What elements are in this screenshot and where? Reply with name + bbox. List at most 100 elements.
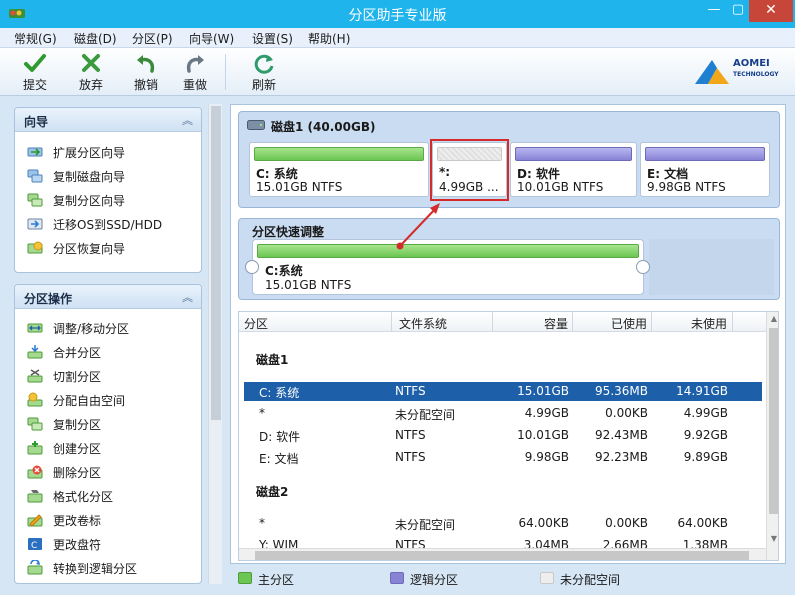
collapse-icon[interactable]: ︽ <box>182 289 193 305</box>
column-divider[interactable] <box>732 312 733 332</box>
horizontal-scrollbar[interactable] <box>239 548 766 560</box>
partition-c-block[interactable]: C: 系统 15.01GB NTFS <box>249 142 429 197</box>
partition-d-block[interactable]: D: 软件 10.01GB NTFS <box>510 142 637 197</box>
resize-handle-right[interactable] <box>636 260 650 274</box>
quick-adjust-title: 分区快速调整 <box>252 225 325 239</box>
partition-c-usage-bar <box>254 147 424 161</box>
menu-general[interactable]: 常规(G) <box>14 30 57 47</box>
delete-partition-icon <box>27 465 43 479</box>
quick-adjust-panel: 分区快速调整 C:系统 15.01GB NTFS <box>238 218 780 300</box>
window-title: 分区助手专业版 <box>348 8 447 24</box>
disk1-title: 磁盘1 (40.00GB) <box>271 120 376 134</box>
menu-bar: 常规(G) 磁盘(D) 分区(P) 向导(W) 设置(S) 帮助(H) <box>0 28 795 48</box>
table-row[interactable]: * 未分配空间 64.00KB 0.00KB 64.00KB <box>244 514 762 533</box>
partition-e-usage-bar <box>645 147 765 161</box>
toolbar: 提交 放弃 撤销 重做 刷新 AOMEI TECHNOLOGY <box>0 48 795 96</box>
menu-disk[interactable]: 磁盘(D) <box>74 30 117 47</box>
copy-partition-icon <box>27 417 43 431</box>
copy-disk-icon <box>27 169 43 183</box>
resize-move-icon <box>27 323 43 333</box>
col-capacity[interactable]: 容量 <box>544 315 568 332</box>
table-row[interactable]: D: 软件 NTFS 10.01GB 92.43MB 9.92GB <box>244 426 762 445</box>
column-divider[interactable] <box>391 312 392 332</box>
menu-settings[interactable]: 设置(S) <box>252 30 293 47</box>
table-row[interactable]: C: 系统 NTFS 15.01GB 95.36MB 14.91GB <box>244 382 762 401</box>
ops-panel-title: 分区操作 <box>24 292 73 306</box>
table-row[interactable]: * 未分配空间 4.99GB 0.00KB 4.99GB <box>244 404 762 423</box>
col-filesystem[interactable]: 文件系统 <box>399 315 447 332</box>
partition-d-usage-bar <box>515 147 632 161</box>
allocate-space-icon <box>27 392 43 407</box>
scroll-down-icon[interactable]: ▼ <box>767 532 778 546</box>
col-used[interactable]: 已使用 <box>611 315 647 332</box>
undo-label: 撤销 <box>133 78 158 92</box>
cross-icon <box>82 54 100 72</box>
redo-button[interactable]: 重做 <box>175 52 215 93</box>
annotation-arrow <box>396 203 440 250</box>
highlight-box <box>430 139 509 201</box>
hard-disk-icon <box>247 120 265 130</box>
legend-unalloc-swatch <box>540 572 554 584</box>
menu-partition[interactable]: 分区(P) <box>132 30 173 47</box>
legend-primary-swatch <box>238 572 252 584</box>
split-icon <box>27 369 43 383</box>
partition-ops-panel: 分区操作 ︽ 调整/移动分区 合并分区 切割分区 分配自由空间 复制分区 创建分… <box>14 284 202 584</box>
wizard-panel-header[interactable]: 向导 ︽ <box>15 108 201 132</box>
convert-logical-icon <box>27 560 43 575</box>
left-scrollbar-thumb[interactable] <box>211 106 221 420</box>
menu-wizard[interactable]: 向导(W) <box>189 30 234 47</box>
refresh-button[interactable]: 刷新 <box>244 52 284 93</box>
migrate-os-icon <box>27 218 43 230</box>
aomei-logo: AOMEI TECHNOLOGY <box>693 56 785 88</box>
aomei-logo-icon <box>695 60 729 84</box>
commit-label: 提交 <box>22 78 47 92</box>
partition-e-block[interactable]: E: 文档 9.98GB NTFS <box>640 142 770 197</box>
discard-label: 放弃 <box>78 78 103 92</box>
wizard-panel: 向导 ︽ 扩展分区向导 复制磁盘向导 复制分区向导 迁移OS到SSD/HDD 分… <box>14 107 202 273</box>
horizontal-scrollbar-thumb[interactable] <box>255 551 749 560</box>
redo-label: 重做 <box>182 78 207 92</box>
legend-logical-swatch <box>390 572 404 584</box>
extend-partition-icon <box>27 147 43 157</box>
left-scrollbar[interactable] <box>208 104 222 584</box>
ops-panel-header[interactable]: 分区操作 ︽ <box>15 285 201 309</box>
partition-table: 分区 文件系统 容量 已使用 未使用 磁盘1 C: 系统 NTFS 15.01G… <box>238 311 779 561</box>
vertical-scrollbar[interactable]: ▲ ▼ <box>766 312 778 560</box>
column-divider[interactable] <box>492 312 493 332</box>
column-divider[interactable] <box>572 312 573 332</box>
wizard-panel-title: 向导 <box>24 115 49 129</box>
vertical-scrollbar-thumb[interactable] <box>769 328 778 514</box>
menu-help[interactable]: 帮助(H) <box>308 30 350 47</box>
undo-button[interactable]: 撤销 <box>126 52 166 93</box>
close-button[interactable]: ✕ <box>749 0 793 22</box>
svg-text:C: C <box>31 541 37 551</box>
recover-partition-icon <box>27 241 43 254</box>
commit-button[interactable]: 提交 <box>15 52 55 93</box>
format-partition-icon <box>27 490 43 503</box>
undo-arrow-icon <box>137 55 155 73</box>
logo-text: AOMEI <box>733 58 770 69</box>
merge-icon <box>27 345 43 359</box>
create-partition-icon <box>27 441 43 455</box>
group-disk2: 磁盘2 <box>256 485 289 499</box>
logo-subtext: TECHNOLOGY <box>733 71 779 78</box>
collapse-icon[interactable]: ︽ <box>182 112 193 128</box>
redo-arrow-icon <box>186 55 204 73</box>
column-divider[interactable] <box>651 312 652 332</box>
table-header: 分区 文件系统 容量 已使用 未使用 <box>239 312 766 332</box>
table-row[interactable]: E: 文档 NTFS 9.98GB 92.23MB 9.89GB <box>244 448 762 467</box>
disk1-panel: 磁盘1 (40.00GB) C: 系统 15.01GB NTFS *: 4.99… <box>238 111 780 208</box>
quick-free-area <box>649 239 774 295</box>
col-partition[interactable]: 分区 <box>244 315 268 332</box>
maximize-button[interactable]: ▢ <box>724 0 752 22</box>
change-label-icon <box>27 514 43 527</box>
copy-partition-icon <box>27 193 43 207</box>
checkmark-icon <box>24 54 46 72</box>
col-unused[interactable]: 未使用 <box>691 315 727 332</box>
discard-button[interactable]: 放弃 <box>71 52 111 93</box>
scroll-up-icon[interactable]: ▲ <box>767 312 778 326</box>
refresh-label: 刷新 <box>251 78 276 92</box>
title-bar: 分区助手专业版 — ▢ ✕ <box>0 0 795 28</box>
resize-handle-left[interactable] <box>245 260 259 274</box>
toolbar-separator <box>225 54 226 90</box>
